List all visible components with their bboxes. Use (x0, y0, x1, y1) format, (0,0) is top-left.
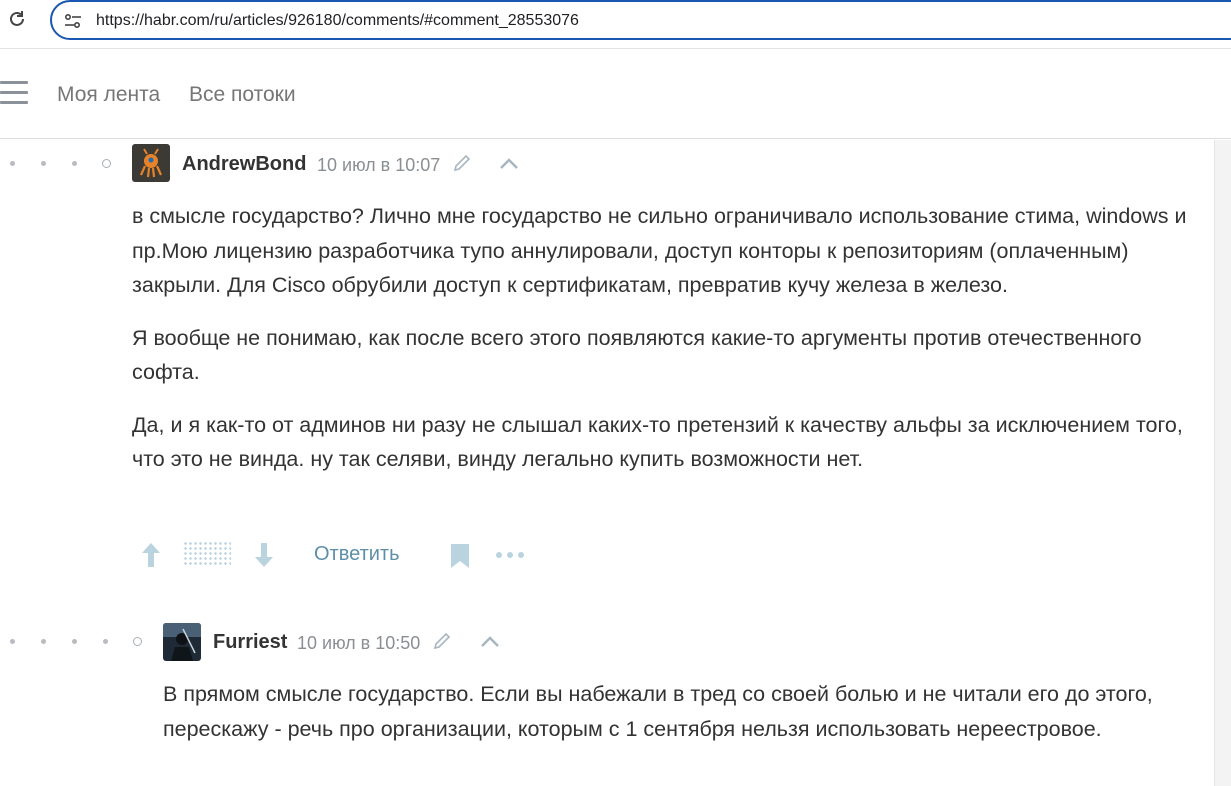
site-settings-icon[interactable] (62, 10, 84, 32)
thread-level-ring (102, 159, 111, 168)
thread-level-dot (41, 161, 46, 166)
address-bar[interactable]: https://habr.com/ru/articles/926180/comm… (50, 0, 1231, 40)
nav-my-feed[interactable]: Моя лента (57, 83, 160, 107)
browser-toolbar: https://habr.com/ru/articles/926180/comm… (0, 0, 1231, 49)
chevron-up-icon[interactable] (479, 634, 501, 648)
thread-level-dot (10, 161, 15, 166)
rating-placeholder (183, 541, 231, 567)
bookmark-icon[interactable] (450, 543, 470, 569)
nav-all-streams[interactable]: Все потоки (189, 83, 296, 107)
comment-body: в смысле государство? Лично мне государс… (132, 199, 1202, 495)
avatar[interactable] (163, 623, 201, 661)
reload-icon[interactable] (6, 8, 28, 30)
comment-body: В прямом смысле государство. Если вы наб… (163, 677, 1203, 764)
scrollbar[interactable] (1214, 140, 1231, 786)
url-text[interactable]: https://habr.com/ru/articles/926180/comm… (96, 12, 579, 30)
thread-level-dot (72, 639, 77, 644)
comment-paragraph: Да, и я как-то от админов ни разу не слы… (132, 412, 1183, 472)
thread-level-dot (10, 639, 15, 644)
more-options-icon[interactable] (495, 550, 525, 560)
avatar[interactable] (132, 144, 170, 182)
pencil-icon (453, 154, 471, 172)
chevron-up-icon[interactable] (498, 156, 520, 170)
comment-paragraph: в смысле государство? Лично мне государс… (132, 204, 1187, 297)
arrow-down-icon[interactable] (253, 541, 275, 569)
pencil-icon (433, 632, 451, 650)
comment-date[interactable]: 10 июл в 10:07 (317, 155, 440, 176)
arrow-up-icon[interactable] (140, 541, 162, 569)
thread-level-dot (103, 639, 108, 644)
thread-level-dot (72, 161, 77, 166)
thread-level-dot (41, 639, 46, 644)
comment-paragraph: Я вообще не понимаю, как после всего это… (132, 325, 1142, 385)
hamburger-menu-icon[interactable] (0, 81, 28, 107)
thread-level-ring (133, 637, 142, 646)
comment-author[interactable]: Furriest (213, 631, 287, 654)
comment-date[interactable]: 10 июл в 10:50 (297, 633, 420, 654)
comment-paragraph: В прямом смысле государство. Если вы наб… (163, 682, 1153, 741)
site-header: Моя лента Все потоки (0, 49, 1231, 139)
comment-author[interactable]: AndrewBond (182, 153, 306, 176)
reply-button[interactable]: Ответить (314, 543, 400, 566)
